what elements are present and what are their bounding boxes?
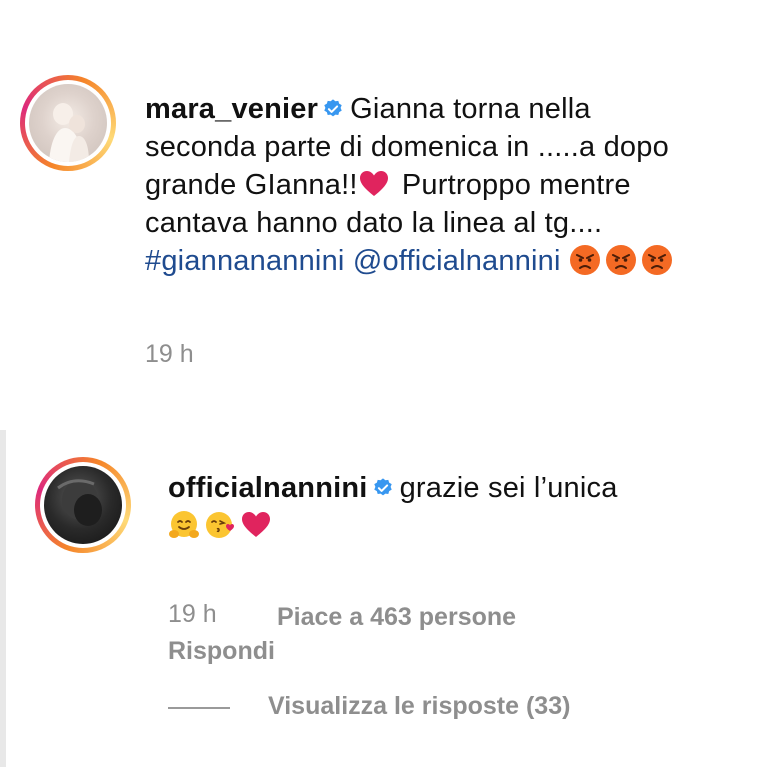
face-blowing-kiss-icon <box>206 512 234 538</box>
comment-body: officialnannini grazie sei l’unica <box>168 469 758 545</box>
verified-badge-icon <box>373 478 392 496</box>
view-replies-button[interactable]: Visualizza le risposte (33) <box>268 692 570 721</box>
comment-text: grazie sei l’unica <box>399 472 618 504</box>
reply-button[interactable]: Rispondi <box>168 637 275 666</box>
comment-text: grande GIanna!! <box>145 169 358 201</box>
comment-text: Purtroppo mentre <box>393 169 631 201</box>
username[interactable]: mara_venier <box>145 93 318 125</box>
comment-time: 19 h <box>145 340 194 368</box>
comment-text: cantava hanno dato la linea al tg.... <box>145 207 603 239</box>
comment-text: Gianna torna nella <box>350 93 591 125</box>
mention-link[interactable]: @officialnannini <box>353 245 561 277</box>
hashtag-link[interactable]: #giannanannini <box>145 245 345 277</box>
avatar[interactable] <box>44 466 122 544</box>
angry-face-icon <box>569 245 600 275</box>
angry-face-icon <box>605 245 636 275</box>
red-heart-icon <box>359 171 388 196</box>
avatar-ring[interactable] <box>20 75 116 171</box>
avatar-ring[interactable] <box>35 457 131 553</box>
reply-thread-bar <box>0 430 6 767</box>
red-heart-icon <box>242 512 270 537</box>
replies-divider <box>168 707 230 709</box>
verified-badge-icon <box>324 99 342 117</box>
hugging-face-icon <box>169 511 199 538</box>
comment-body: mara_venier Gianna torna nella seconda pa… <box>145 90 755 280</box>
likes-count-link[interactable]: Piace a 463 persone <box>277 603 516 632</box>
username[interactable]: officialnannini <box>168 472 368 504</box>
comment-time: 19 h <box>168 600 217 628</box>
avatar[interactable] <box>29 84 107 162</box>
angry-face-icon <box>641 245 672 275</box>
comment-text: seconda parte di domenica in .....a dopo <box>145 131 669 163</box>
